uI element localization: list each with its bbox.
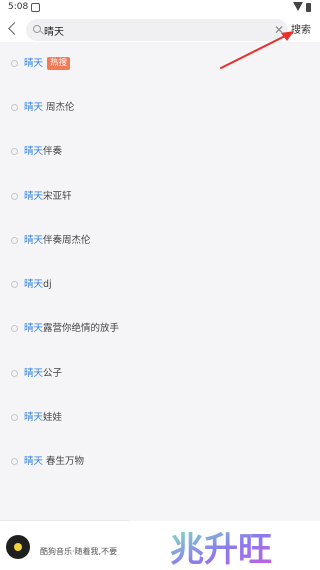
notification-icon	[31, 3, 40, 12]
status-bar: 5:08	[0, 0, 320, 16]
suggestion-rest: 周杰伦	[43, 102, 75, 113]
history-icon	[11, 104, 18, 111]
suggestion-rest: 春生万物	[43, 456, 85, 467]
suggestion-keyword: 晴天	[24, 412, 44, 423]
suggestion-item[interactable]: 晴天公子	[0, 362, 320, 386]
status-time: 5:08	[8, 2, 29, 12]
suggestion-item[interactable]: 晴天宋亚轩	[0, 185, 320, 209]
suggestion-item[interactable]: 晴天 热搜	[0, 52, 320, 76]
suggestion-keyword: 晴天	[24, 323, 44, 334]
suggestion-keyword: 晴天	[24, 368, 44, 379]
history-icon	[11, 414, 18, 421]
suggestion-item[interactable]: 晴天伴奏周杰伦	[0, 229, 320, 253]
suggestion-item[interactable]: 晴天 周杰伦	[0, 96, 320, 120]
search-icon	[33, 25, 41, 33]
history-icon	[11, 325, 18, 332]
history-icon	[11, 281, 18, 288]
history-icon	[11, 237, 18, 244]
watermark-area: 兆升旺	[122, 521, 320, 570]
suggestion-keyword: 晴天	[24, 146, 44, 157]
suggestion-rest: dj	[43, 279, 52, 290]
suggestion-keyword: 晴天	[24, 456, 44, 467]
search-header: ✕ 搜索	[0, 16, 320, 42]
history-icon	[11, 60, 18, 67]
suggestion-keyword: 晴天	[24, 58, 44, 69]
hot-badge: 热搜	[47, 57, 71, 70]
suggestion-item[interactable]: 晴天 春生万物	[0, 450, 320, 474]
search-box[interactable]: ✕	[26, 19, 288, 41]
search-input[interactable]	[44, 21, 264, 39]
suggestion-rest: 娃娃	[43, 412, 63, 423]
battery-icon	[306, 3, 311, 12]
mini-player[interactable]: 酷狗音乐·随着我,不要	[0, 520, 130, 570]
suggestion-item[interactable]: 晴天伴奏	[0, 140, 320, 164]
watermark-logo: 兆升旺	[170, 530, 272, 570]
history-icon	[11, 193, 18, 200]
history-icon	[11, 370, 18, 377]
suggestion-rest: 公子	[43, 368, 63, 379]
suggestion-keyword: 晴天	[24, 191, 44, 202]
close-icon[interactable]: ✕	[273, 23, 285, 37]
suggestion-rest: 露营你绝情的放手	[43, 323, 120, 334]
suggestion-keyword: 晴天	[24, 279, 44, 290]
suggestion-rest: 宋亚轩	[43, 191, 72, 202]
mini-player-text: 酷狗音乐·随着我,不要	[40, 547, 118, 556]
suggestion-item[interactable]: 晴天娃娃	[0, 406, 320, 430]
wifi-icon	[293, 2, 303, 11]
history-icon	[11, 458, 18, 465]
suggestion-item[interactable]: 晴天dj	[0, 273, 320, 297]
search-button[interactable]: 搜索	[291, 21, 311, 36]
back-icon[interactable]	[8, 22, 21, 35]
album-disc-icon[interactable]	[6, 535, 30, 559]
suggestion-rest: 伴奏周杰伦	[43, 235, 91, 246]
history-icon	[11, 148, 18, 155]
suggestion-rest: 伴奏	[43, 146, 63, 157]
svg-text:兆升旺: 兆升旺	[170, 530, 272, 570]
suggestion-keyword: 晴天	[24, 102, 44, 113]
suggestion-item[interactable]: 晴天露营你绝情的放手	[0, 317, 320, 341]
suggestion-keyword: 晴天	[24, 235, 44, 246]
